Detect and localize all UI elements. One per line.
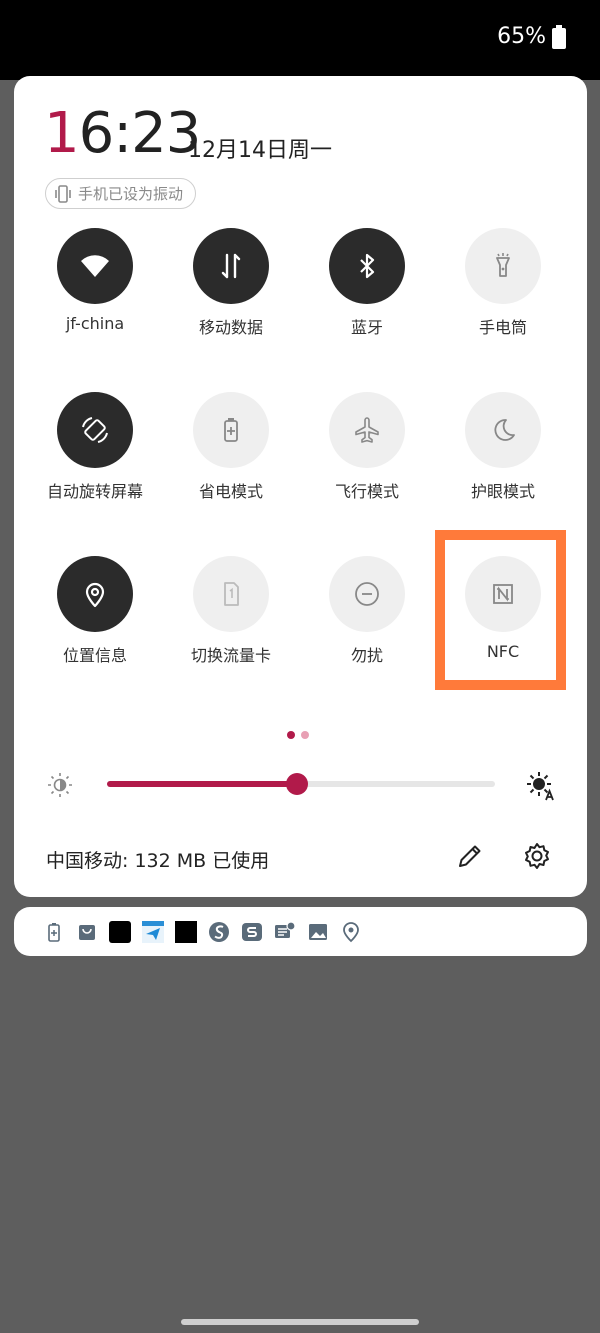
brightness-low-icon [48, 773, 72, 797]
data-usage-label[interactable]: 中国移动: 132 MB 已使用 [46, 846, 269, 873]
quick-settings-panel: 16:23 12月14日周一 手机已设为振动 jf-china 移动数据 蓝牙 [14, 76, 587, 897]
ringer-mode-chip[interactable]: 手机已设为振动 [45, 178, 197, 209]
tile-eye-comfort-button[interactable] [465, 392, 541, 468]
battery-icon [552, 24, 566, 49]
sim-card-icon [224, 582, 239, 606]
tile-label: 手电筒 [478, 318, 527, 337]
tile-label: 蓝牙 [350, 318, 383, 337]
tile-location-button[interactable] [57, 556, 133, 632]
tile-label: 位置信息 [62, 646, 127, 665]
tile-flashlight[interactable]: 手电筒 [435, 228, 571, 338]
edit-icon[interactable] [454, 840, 486, 872]
app-icon-black [108, 920, 132, 944]
battery-status: 65% [497, 24, 566, 49]
do-not-disturb-icon [355, 582, 379, 606]
ringer-mode-label: 手机已设为振动 [78, 185, 184, 203]
tile-wifi-button[interactable] [57, 228, 133, 304]
brightness-slider-fill [107, 781, 297, 787]
image-icon [306, 920, 330, 944]
tile-eye-comfort[interactable]: 护眼模式 [435, 392, 571, 502]
app-icon-black-2 [174, 920, 198, 944]
airplane-icon [355, 417, 379, 443]
message-icon [273, 920, 297, 944]
tile-location[interactable]: 位置信息 [27, 556, 163, 666]
tile-switch-sim-button[interactable] [193, 556, 269, 632]
battery-charge-icon [42, 920, 66, 944]
battery-percent: 65% [497, 24, 546, 49]
tile-label: jf-china [65, 314, 125, 333]
tile-battery-saver-button[interactable] [193, 392, 269, 468]
auto-rotate-icon [82, 417, 108, 443]
home-gesture-bar[interactable] [181, 1319, 419, 1325]
sogou-icon [207, 920, 231, 944]
clock-first-digit: 1 [44, 101, 80, 166]
tile-airplane-mode-button[interactable] [329, 392, 405, 468]
vibrate-icon [55, 184, 71, 203]
battery-saver-icon [224, 418, 238, 442]
tile-battery-saver[interactable]: 省电模式 [163, 392, 299, 502]
tile-label: 飞行模式 [334, 482, 399, 501]
clock[interactable]: 16:23 [44, 106, 201, 162]
tile-label: NFC [486, 642, 520, 661]
auto-brightness-icon[interactable] [524, 769, 556, 801]
moon-icon [494, 419, 515, 441]
tile-wifi[interactable]: jf-china [27, 228, 163, 333]
mobile-data-icon [221, 253, 241, 279]
shopping-bag-icon [75, 920, 99, 944]
tile-auto-rotate[interactable]: 自动旋转屏幕 [27, 392, 163, 502]
clock-rest: 6:23 [78, 101, 202, 166]
tile-label: 切换流量卡 [190, 646, 271, 665]
brightness-slider[interactable] [107, 773, 495, 795]
tile-label: 省电模式 [198, 482, 263, 501]
tile-nfc-button[interactable] [465, 556, 541, 632]
tile-airplane-mode[interactable]: 飞行模式 [299, 392, 435, 502]
page-dot-active[interactable] [287, 731, 295, 739]
tile-switch-sim[interactable]: 切换流量卡 [163, 556, 299, 666]
date[interactable]: 12月14日周一 [188, 132, 332, 164]
wifi-icon [81, 255, 109, 277]
tile-bluetooth[interactable]: 蓝牙 [299, 228, 435, 338]
tile-do-not-disturb-button[interactable] [329, 556, 405, 632]
tile-do-not-disturb[interactable]: 勿扰 [299, 556, 435, 666]
brightness-slider-thumb[interactable] [286, 773, 308, 795]
location-icon [85, 582, 105, 608]
tile-flashlight-button[interactable] [465, 228, 541, 304]
tile-auto-rotate-button[interactable] [57, 392, 133, 468]
tile-bluetooth-button[interactable] [329, 228, 405, 304]
bluetooth-icon [360, 253, 375, 279]
s-app-icon [240, 920, 264, 944]
notification-icon-strip[interactable] [14, 907, 587, 956]
page-indicator [287, 731, 309, 739]
tile-label: 自动旋转屏幕 [46, 482, 143, 501]
app-icon-12306 [141, 920, 165, 944]
tile-mobile-data[interactable]: 移动数据 [163, 228, 299, 338]
tile-nfc[interactable]: NFC [435, 556, 571, 661]
settings-gear-icon[interactable] [521, 840, 553, 872]
location-pin-icon [339, 920, 363, 944]
status-bar: 65% [0, 0, 600, 80]
tile-label: 护眼模式 [470, 482, 535, 501]
nfc-icon [493, 584, 513, 604]
tile-mobile-data-button[interactable] [193, 228, 269, 304]
page-dot-inactive[interactable] [301, 731, 309, 739]
tile-label: 勿扰 [350, 646, 383, 665]
flashlight-icon [496, 253, 510, 277]
tile-label: 移动数据 [198, 318, 263, 337]
